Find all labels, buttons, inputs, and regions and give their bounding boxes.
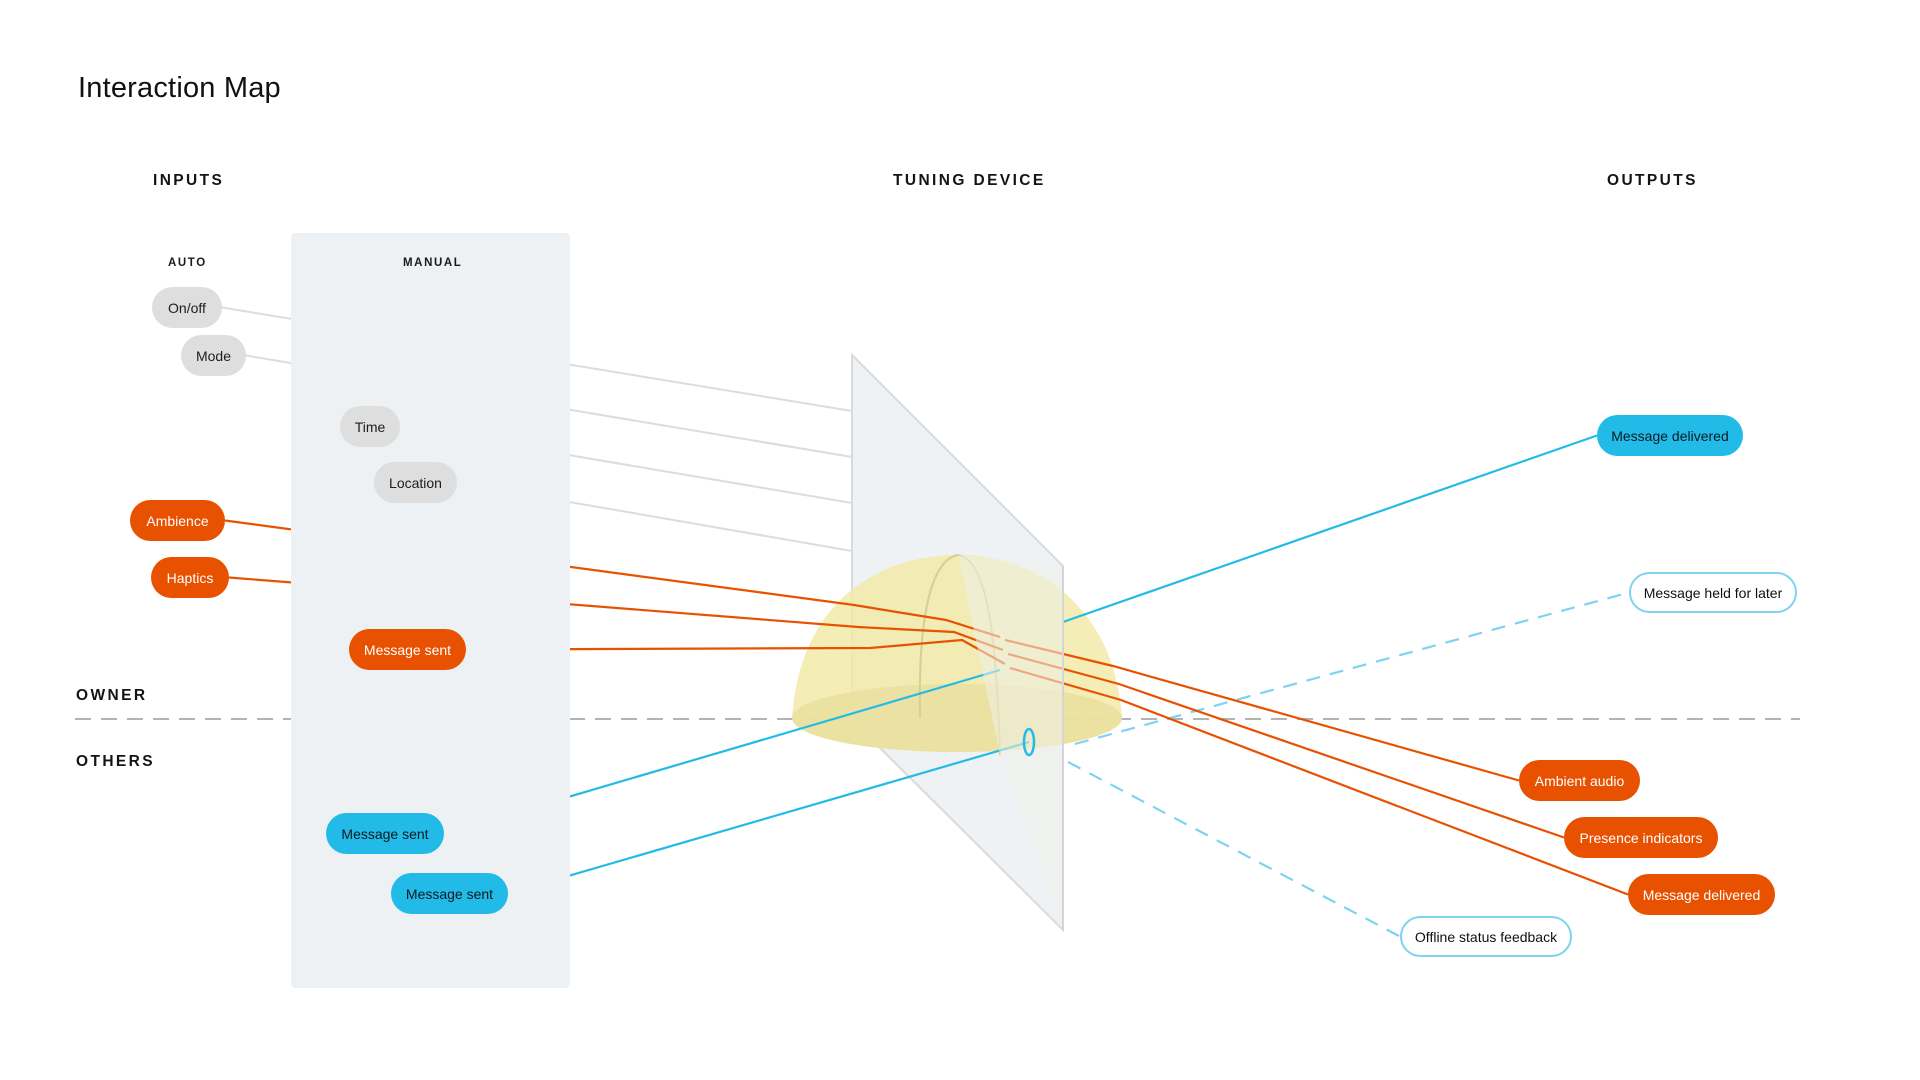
input-node-others-message-sent-2[interactable]: Message sent (391, 873, 508, 914)
input-node-mode-label: Mode (195, 347, 232, 364)
input-node-time[interactable]: Time (340, 406, 400, 447)
output-node-message-held-label: Message held for later (1643, 584, 1783, 601)
input-node-others-message-sent-1[interactable]: Message sent (326, 813, 444, 854)
output-node-offline-status-label: Offline status feedback (1414, 928, 1558, 945)
owner-lane-label: OWNER (76, 687, 148, 704)
input-node-owner-message-sent[interactable]: Message sent (349, 629, 466, 670)
tuning-device-heading: TUNING DEVICE (893, 172, 1046, 189)
input-node-on-off-label: On/off (168, 299, 206, 316)
input-node-owner-message-sent-label: Message sent (363, 641, 452, 658)
auto-group-label: AUTO (168, 257, 207, 269)
output-node-message-delivered-blue[interactable]: Message delivered (1597, 415, 1743, 456)
output-node-presence-indicators-label: Presence indicators (1579, 829, 1703, 846)
output-node-message-delivered-blue-label: Message delivered (1611, 427, 1729, 444)
others-lane-label: OTHERS (76, 753, 155, 770)
interaction-diagram (75, 306, 1800, 938)
input-node-haptics[interactable]: Haptics (151, 557, 229, 598)
input-node-location-label: Location (389, 474, 442, 491)
input-node-ambience-label: Ambience (146, 512, 209, 529)
output-link-message-delivered-blue (1062, 434, 1598, 624)
input-node-others-message-sent-1-label: Message sent (341, 825, 429, 842)
outputs-heading: OUTPUTS (1607, 172, 1698, 189)
input-node-haptics-label: Haptics (166, 569, 214, 586)
output-node-offline-status[interactable]: Offline status feedback (1400, 916, 1572, 957)
manual-group-label: MANUAL (403, 257, 463, 269)
input-node-mode[interactable]: Mode (181, 335, 246, 376)
output-node-message-delivered-orange-label: Message delivered (1642, 886, 1761, 903)
inputs-heading: INPUTS (153, 172, 225, 189)
page-title: Interaction Map (78, 72, 281, 104)
input-node-others-message-sent-2-label: Message sent (405, 885, 494, 902)
dome-base (792, 684, 1122, 752)
output-node-message-delivered-orange[interactable]: Message delivered (1628, 874, 1775, 915)
output-link-message-held (1074, 591, 1630, 746)
input-node-location[interactable]: Location (374, 462, 457, 503)
input-node-ambience[interactable]: Ambience (130, 500, 225, 541)
output-node-message-held[interactable]: Message held for later (1629, 572, 1797, 613)
output-node-ambient-audio[interactable]: Ambient audio (1519, 760, 1640, 801)
input-node-on-off[interactable]: On/off (152, 287, 222, 328)
output-node-presence-indicators[interactable]: Presence indicators (1564, 817, 1718, 858)
output-node-ambient-audio-label: Ambient audio (1534, 772, 1625, 789)
input-node-time-label: Time (354, 418, 386, 435)
